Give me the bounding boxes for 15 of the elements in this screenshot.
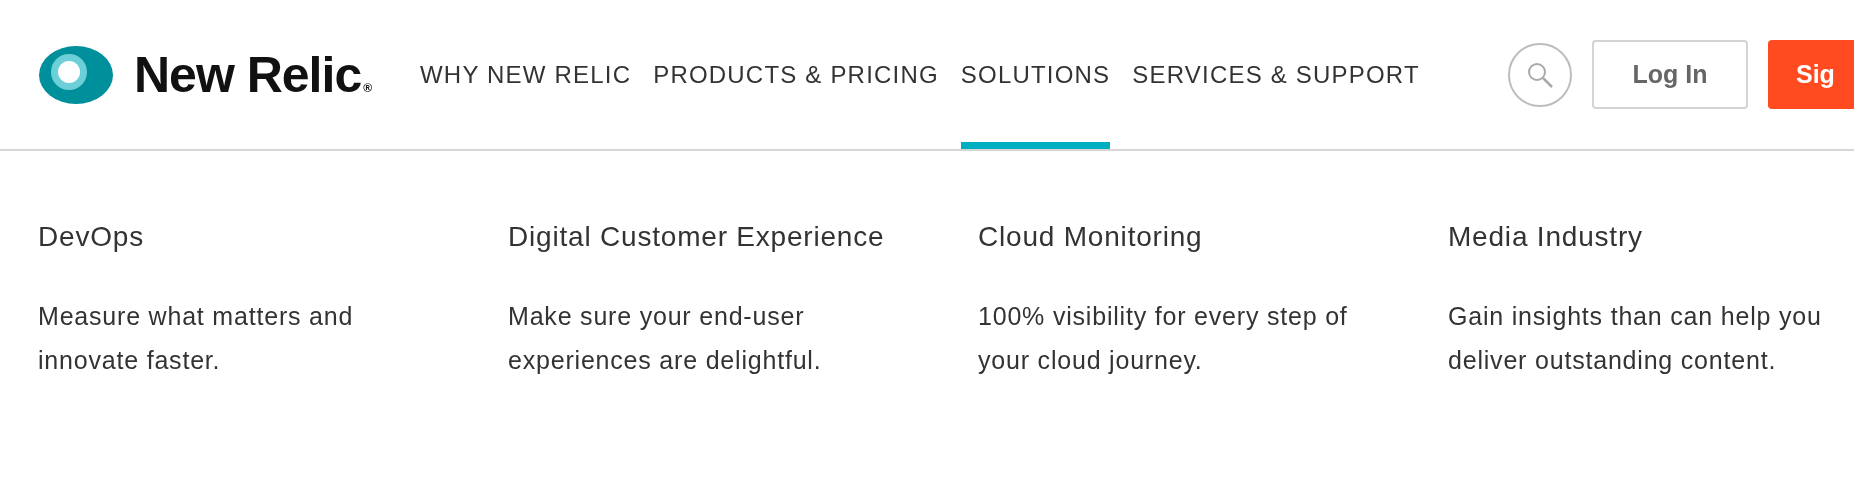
solution-description: Gain insights than can help you deliver outstanding content. [1448, 301, 1823, 376]
solution-title[interactable]: Digital Customer Experience [508, 218, 893, 294]
solution-description: 100% visibility for every step of your cloud journey. [978, 301, 1349, 376]
logo[interactable]: New Relic® [38, 44, 372, 105]
solution-description: Make sure your end-user experiences are delightful. [508, 301, 823, 376]
nav-link[interactable]: SOLUTIONS [960, 0, 1111, 149]
solution-title[interactable]: DevOps [38, 218, 423, 294]
nav-link[interactable]: PRODUCTS & PRICING [653, 0, 939, 149]
solution-description: Measure what matters and innovate faster. [38, 301, 355, 376]
nav-link[interactable]: SERVICES & SUPPORT [1132, 0, 1420, 149]
logo-eye-icon [38, 44, 114, 105]
solution-title[interactable]: Cloud Monitoring [978, 218, 1363, 294]
nav-link[interactable]: WHY NEW RELIC [420, 0, 632, 149]
solution-title[interactable]: Media Industry [1448, 218, 1833, 294]
login-button[interactable]: Log In [1592, 40, 1748, 109]
